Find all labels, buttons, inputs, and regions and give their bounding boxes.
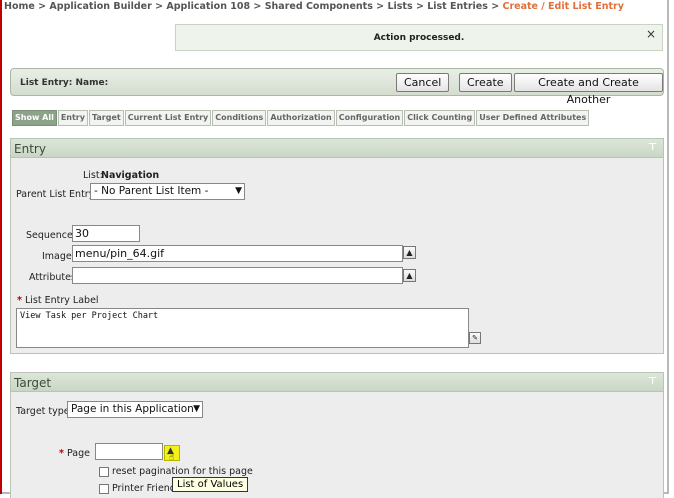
- parent-list-entry-value: - No Parent List Item -: [94, 185, 209, 197]
- breadcrumb-lists[interactable]: Lists: [387, 1, 412, 12]
- close-icon[interactable]: ×: [646, 25, 656, 43]
- list-label: List:: [83, 170, 103, 181]
- target-type-select[interactable]: Page in this Application ▼: [67, 401, 203, 418]
- chevron-down-icon: ▼: [193, 404, 200, 414]
- target-type-label: Target type: [16, 406, 70, 417]
- required-icon: *: [59, 448, 64, 459]
- collapse-icon[interactable]: ⊤: [648, 142, 657, 153]
- breadcrumb-sep: >: [155, 1, 164, 12]
- tab-show-all[interactable]: Show All: [12, 110, 57, 126]
- breadcrumb-current: Create / Edit List Entry: [502, 1, 624, 12]
- breadcrumb-list-entries[interactable]: List Entries: [427, 1, 488, 12]
- tab-user-defined-attributes[interactable]: User Defined Attributes: [476, 110, 590, 126]
- entry-region-title: Entry: [14, 142, 46, 156]
- entry-region: Entry ⊤ List: Navigation Parent List Ent…: [10, 138, 664, 354]
- cancel-button[interactable]: Cancel: [396, 73, 450, 92]
- reset-pagination-label: reset pagination for this page: [112, 466, 253, 477]
- list-entry-label-textarea[interactable]: View Task per Project Chart: [16, 308, 469, 348]
- breadcrumb-shared-components[interactable]: Shared Components: [265, 1, 373, 12]
- create-and-create-another-button[interactable]: Create and Create Another: [514, 73, 663, 106]
- page-label-text: Page: [67, 448, 90, 459]
- target-region: Target ⊤ Target type Page in this Applic…: [10, 372, 664, 498]
- tab-current-list-entry[interactable]: Current List Entry: [124, 110, 212, 126]
- image-input[interactable]: menu/pin_64.gif: [72, 245, 403, 262]
- breadcrumb-sep: >: [415, 1, 424, 12]
- tab-configuration[interactable]: Configuration: [335, 110, 404, 126]
- chevron-down-icon: ▼: [235, 186, 242, 196]
- breadcrumb-app-builder[interactable]: Application Builder: [49, 1, 151, 12]
- target-region-header: Target ⊤: [11, 373, 663, 392]
- entry-region-header: Entry ⊤: [11, 139, 663, 158]
- parent-list-entry-label: Parent List Entry: [16, 189, 95, 200]
- tab-conditions[interactable]: Conditions: [212, 110, 267, 126]
- image-lov-icon[interactable]: ▲: [403, 246, 416, 259]
- breadcrumb: Home > Application Builder > Application…: [4, 1, 624, 12]
- left-edge-bar: [0, 0, 2, 494]
- list-of-values-tooltip: List of Values: [172, 477, 249, 492]
- attributes-label: Attributes: [29, 272, 76, 283]
- attributes-lov-icon[interactable]: ▲: [403, 269, 416, 282]
- target-type-value: Page in this Application: [71, 403, 194, 415]
- list-entry-label-label: * List Entry Label: [17, 295, 99, 306]
- page-label: * Page: [59, 448, 90, 459]
- message-text: Action processed.: [373, 33, 465, 43]
- create-button[interactable]: Create: [459, 73, 512, 92]
- attributes-input[interactable]: [72, 267, 403, 284]
- required-icon: *: [17, 295, 22, 306]
- section-tabs: Show All Entry Target Current List Entry Con…: [12, 110, 590, 126]
- image-label: Image: [42, 251, 72, 262]
- textarea-resize-icon[interactable]: ✎: [469, 332, 481, 344]
- tab-entry[interactable]: Entry: [57, 110, 88, 126]
- collapse-icon[interactable]: ⊤: [648, 376, 657, 387]
- breadcrumb-home[interactable]: Home: [4, 1, 35, 12]
- list-entry-name-label: List Entry: Name:: [20, 78, 109, 88]
- reset-pagination-checkbox[interactable]: [99, 467, 109, 477]
- target-region-title: Target: [14, 376, 52, 390]
- parent-list-entry-select[interactable]: - No Parent List Item - ▼: [90, 183, 245, 200]
- sequence-label: Sequence: [26, 230, 73, 241]
- list-value: Navigation: [101, 170, 160, 181]
- success-message: Action processed. ×: [175, 24, 663, 51]
- list-entry-label-text: List Entry Label: [25, 295, 99, 306]
- breadcrumb-sep: >: [253, 1, 262, 12]
- breadcrumb-sep: >: [38, 1, 47, 12]
- printer-friendly-label: Printer Friendl: [112, 483, 179, 494]
- button-bar: List Entry: Name: Cancel Create Create a…: [10, 68, 664, 106]
- page-lov-button[interactable]: ▲ ☝: [164, 445, 180, 463]
- page-input[interactable]: [95, 443, 163, 460]
- hand-cursor-icon: ☝: [169, 453, 175, 463]
- tab-click-counting[interactable]: Click Counting: [404, 110, 476, 126]
- breadcrumb-sep: >: [376, 1, 385, 12]
- tab-authorization[interactable]: Authorization: [267, 110, 335, 126]
- sequence-input[interactable]: 30: [72, 225, 140, 242]
- printer-friendly-checkbox[interactable]: [99, 484, 109, 494]
- tab-target[interactable]: Target: [88, 110, 124, 126]
- breadcrumb-sep: >: [491, 1, 500, 12]
- breadcrumb-application[interactable]: Application 108: [166, 1, 250, 12]
